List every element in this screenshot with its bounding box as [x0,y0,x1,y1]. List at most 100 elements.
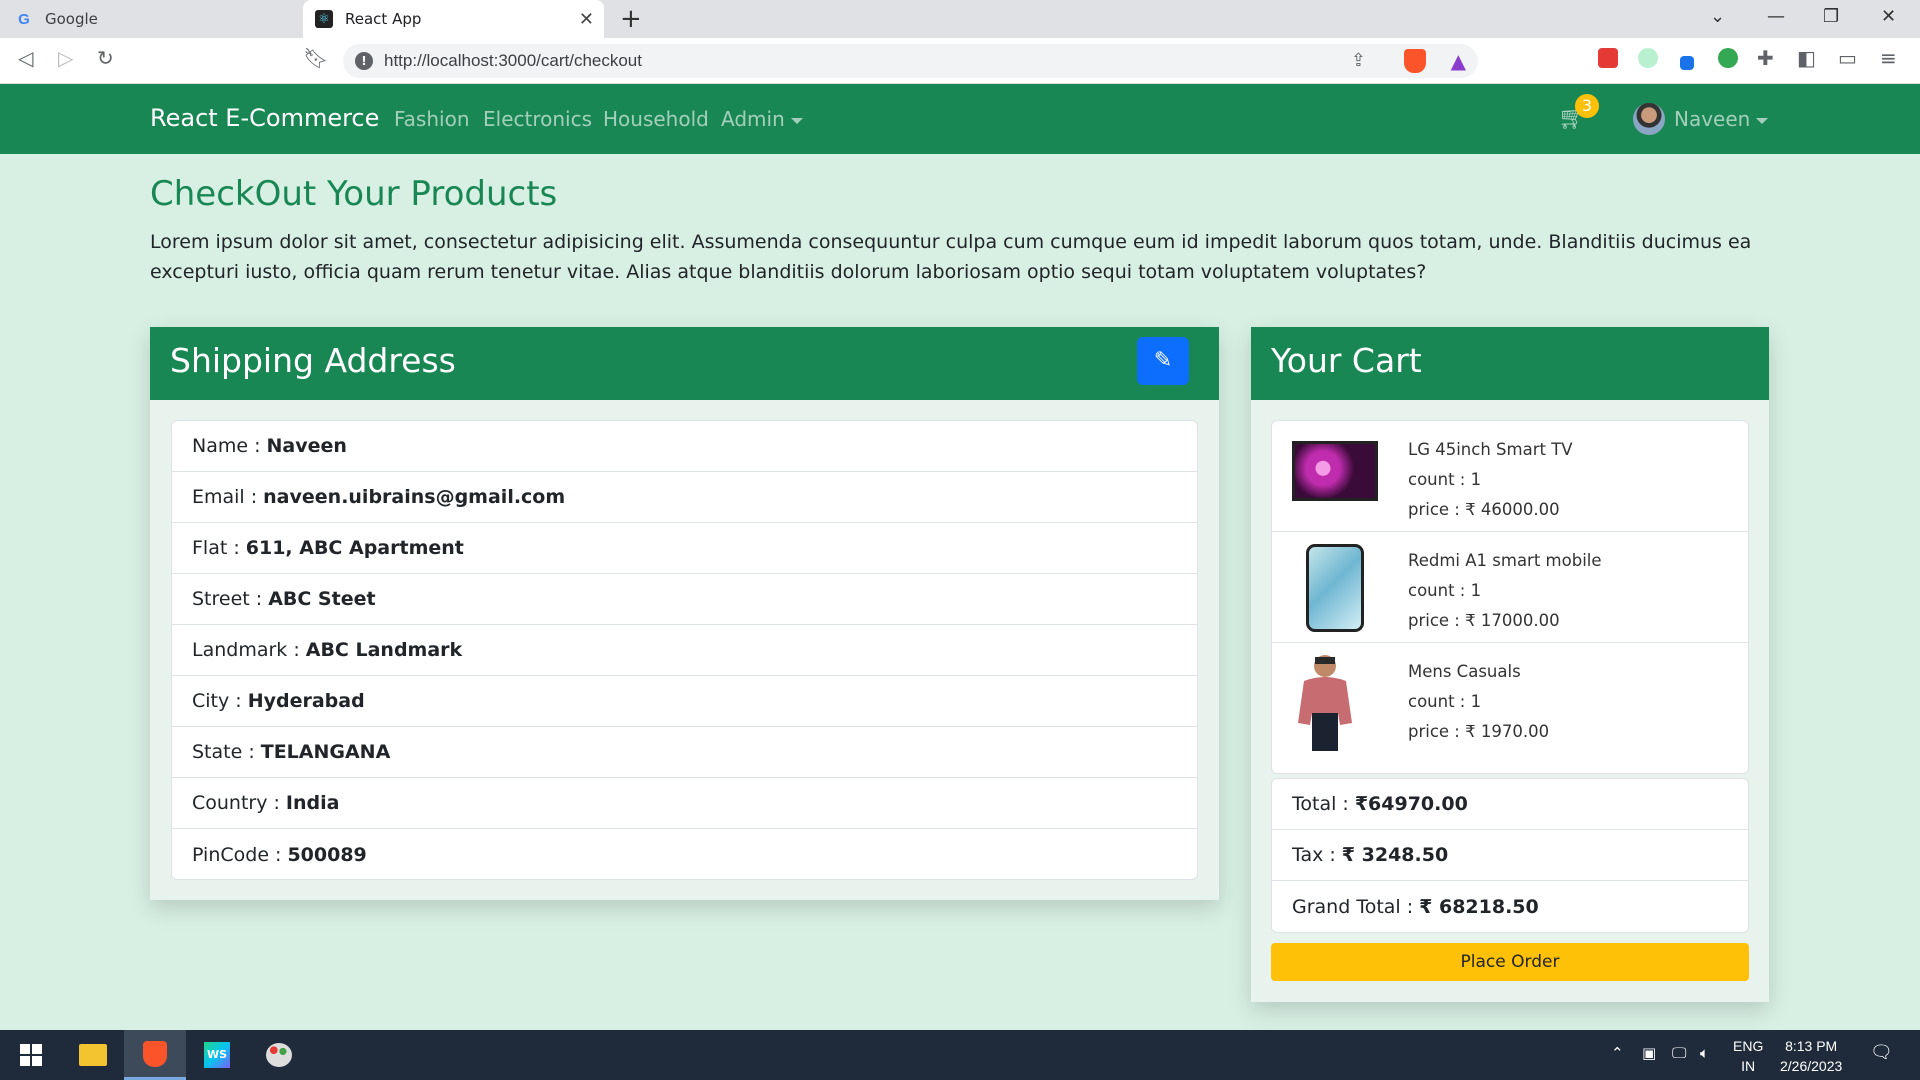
brand-link[interactable]: React E-Commerce [150,104,379,132]
notifications-icon[interactable]: 🗨︎ [1870,1042,1893,1063]
item-price: price : ₹ 17000.00 [1408,611,1560,630]
browser-tab-bar: G Google ⚛ React App ✕ + ⌄ — ❐ ✕ [0,0,1920,38]
minimize-icon[interactable]: — [1767,6,1785,27]
user-name-label: Naveen [1674,107,1751,131]
field-label: PinCode : [192,843,282,866]
cart-item: Redmi A1 smart mobile count : 1 price : … [1272,532,1748,643]
field-value: TELANGANA [260,741,391,763]
sidebar-icon[interactable]: ◧ [1797,46,1816,70]
network-icon[interactable]: 🖵︎ [1672,1044,1686,1062]
extension-icon[interactable] [1718,48,1738,68]
intro-paragraph: Lorem ipsum dolor sit amet, consectetur … [150,231,1752,283]
nav-electronics[interactable]: Electronics [483,107,592,131]
address-row-state: State : TELANGANA [172,727,1197,778]
address-bar[interactable]: ! http://localhost:3000/cart/checkout ⇪ … [343,44,1478,78]
total-label: Total : [1292,793,1349,815]
grand-total-value: ₹ 68218.50 [1419,895,1539,918]
user-dropdown[interactable]: Naveen [1674,107,1769,131]
bookmark-icon[interactable]: 🔖︎ [303,46,328,70]
brave-rewards-icon[interactable]: ▲ [1451,49,1466,73]
tax-row: Tax : ₹ 3248.50 [1272,830,1748,881]
item-name: LG 45inch Smart TV [1408,440,1573,459]
phone-image [1306,544,1364,632]
item-name: Mens Casuals [1408,662,1521,681]
extension-icon[interactable] [1638,48,1658,68]
restore-icon[interactable]: ❐ [1823,6,1839,27]
cart-item-info: Mens Casuals count : 1 price : ₹ 1970.00 [1408,657,1549,747]
cart-item-info: Redmi A1 smart mobile count : 1 price : … [1408,546,1602,636]
extension-icon[interactable] [1598,48,1618,68]
app-navbar: React E-Commerce Fashion Electronics Hou… [0,84,1920,154]
paint-taskbar-button[interactable] [248,1030,310,1080]
share-icon[interactable]: ⇪ [1351,50,1366,71]
field-value: 500089 [287,843,367,866]
tab-search-icon[interactable]: ⌄ [1710,6,1725,27]
brave-taskbar-button[interactable] [124,1030,186,1080]
grand-total-label: Grand Total : [1292,895,1414,918]
cart-item: Mens Casuals count : 1 price : ₹ 1970.00 [1272,643,1748,754]
shipping-card-header: Shipping Address ✎ [150,327,1219,400]
taskbar-clock[interactable]: 8:13 PM 2/26/2023 [1780,1036,1842,1076]
webstorm-icon: WS [204,1042,230,1068]
cart-title: Your Cart [1271,341,1422,380]
avatar[interactable] [1633,103,1665,135]
webstorm-taskbar-button[interactable]: WS [186,1030,248,1080]
close-tab-icon[interactable]: ✕ [579,9,594,30]
url-text[interactable]: http://localhost:3000/cart/checkout [384,51,642,71]
brave-icon [143,1040,167,1067]
volume-icon[interactable]: 🔈︎ [1700,1044,1709,1062]
windows-taskbar: WS ⌃ ▣ 🖵︎ 🔈︎ ENG IN 8:13 PM 2/26/2023 🗨︎ [0,1030,1920,1080]
field-value: ABC Landmark [305,639,463,661]
react-icon: ⚛ [315,10,333,28]
total-row: Total : ₹64970.00 [1272,779,1748,830]
field-label: Street : [192,588,263,610]
cart-card-header: Your Cart [1251,327,1769,400]
nav-fashion[interactable]: Fashion [394,107,470,131]
cart-item-info: LG 45inch Smart TV count : 1 price : ₹ 4… [1408,435,1573,525]
caret-down-icon [790,117,803,124]
tax-value: ₹ 3248.50 [1341,844,1449,866]
new-tab-icon[interactable]: + [620,4,642,34]
window-close-icon[interactable]: ✕ [1881,6,1896,27]
grand-total-row: Grand Total : ₹ 68218.50 [1272,881,1748,932]
tray-device-icon[interactable]: ▣ [1642,1044,1656,1062]
cart-totals-list: Total : ₹64970.00 Tax : ₹ 3248.50 Grand To… [1271,778,1749,933]
shirt-image [1294,651,1356,751]
menu-icon[interactable]: ≡ [1880,46,1897,70]
language-indicator[interactable]: ENG IN [1733,1036,1763,1076]
back-icon[interactable]: ◁ [18,46,33,70]
google-icon: G [18,10,30,28]
address-row-city: City : Hyderabad [172,676,1197,727]
pencil-icon: ✎ [1153,348,1173,373]
folder-icon [79,1044,107,1066]
field-value: Naveen [266,435,347,457]
reload-icon[interactable]: ↻ [97,46,114,70]
nav-admin-label: Admin [721,107,785,131]
nav-household[interactable]: Household [603,107,709,131]
wallet-icon[interactable]: ▭ [1838,46,1857,70]
extensions-puzzle-icon[interactable]: ✚ [1757,46,1774,70]
tab-react-app[interactable]: ⚛ React App ✕ [303,0,604,38]
cart-item: LG 45inch Smart TV count : 1 price : ₹ 4… [1272,421,1748,532]
brave-shields-icon[interactable] [1404,49,1426,73]
site-info-icon[interactable]: ! [355,52,373,70]
tab-google[interactable]: G Google [0,0,300,38]
tray-chevron-up-icon[interactable]: ⌃ [1611,1044,1624,1062]
field-value: Hyderabad [247,690,365,712]
edit-address-button[interactable]: ✎ [1137,337,1189,385]
extension-icon[interactable] [1680,56,1694,70]
item-count: count : 1 [1408,581,1482,600]
nav-admin-dropdown[interactable]: Admin [721,107,803,131]
place-order-button[interactable]: Place Order [1271,943,1749,981]
field-label: Email : [192,486,258,508]
start-button[interactable] [0,1030,62,1080]
tax-label: Tax : [1292,844,1336,866]
forward-icon[interactable]: ▷ [58,46,73,70]
field-value: ABC Steet [268,588,376,610]
field-label: Flat : [192,537,240,559]
file-explorer-taskbar-button[interactable] [62,1030,124,1080]
item-name: Redmi A1 smart mobile [1408,551,1602,570]
cart-items-list: LG 45inch Smart TV count : 1 price : ₹ 4… [1271,420,1749,774]
shipping-address-card: Shipping Address ✎ Name : Naveen Email :n… [150,327,1219,900]
windows-icon [20,1044,42,1066]
